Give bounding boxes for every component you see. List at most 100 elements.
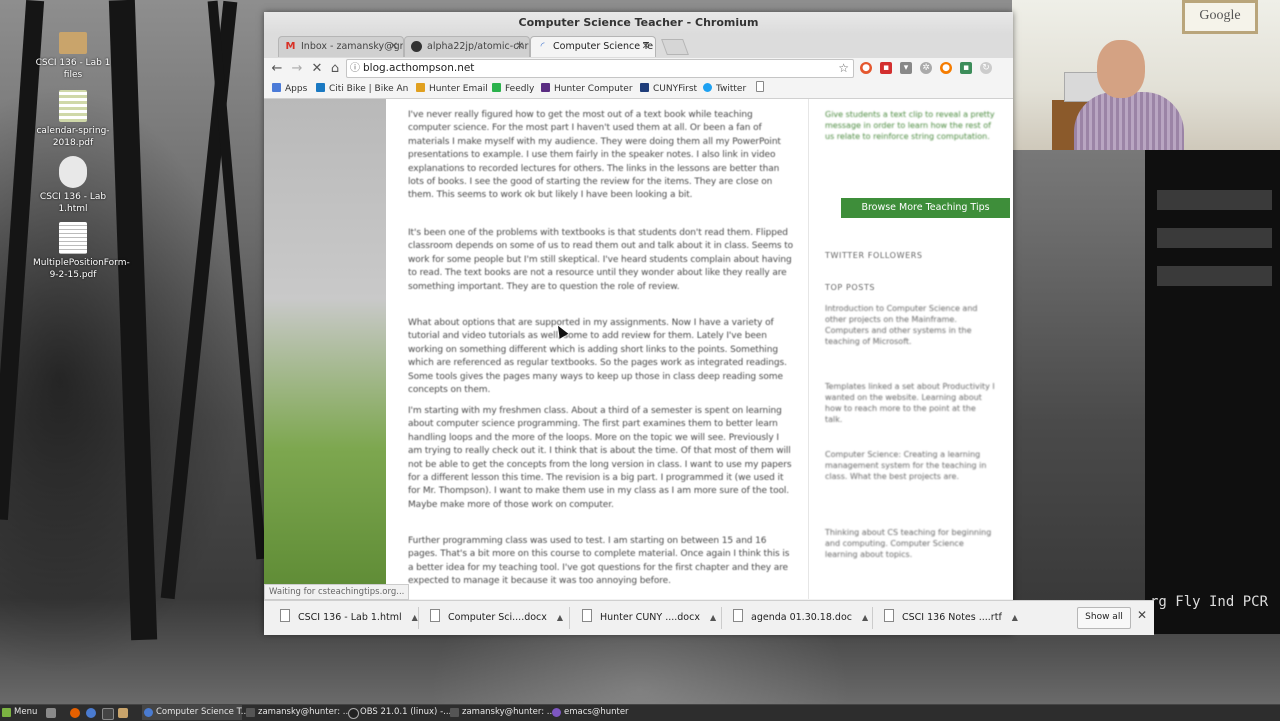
- menu-icon: [2, 708, 11, 717]
- close-icon[interactable]: ✕: [1137, 608, 1147, 622]
- citi-bike-icon: [316, 83, 325, 92]
- forward-icon[interactable]: →: [288, 60, 306, 78]
- taskbar-item-obs[interactable]: OBS 21.0.1 (linux) -...: [346, 705, 451, 720]
- close-icon[interactable]: ✕: [642, 37, 650, 57]
- top-post-item[interactable]: Thinking about CS teaching for beginning…: [825, 527, 995, 560]
- bookmark-hunter-email[interactable]: Hunter Email: [416, 80, 488, 98]
- browse-teaching-tips-button[interactable]: Browse More Teaching Tips: [841, 198, 1010, 218]
- terminal-icon[interactable]: [102, 708, 114, 720]
- file-icon: [430, 609, 440, 622]
- downloads-bar: CSCI 136 - Lab 1.html ▲ Computer Sci....d…: [264, 600, 1154, 635]
- download-item[interactable]: Computer Sci....docx ▲: [430, 609, 563, 627]
- bookmark-label: Feedly: [505, 84, 535, 94]
- tab-strip: M Inbox - zamansky@gr ✕ alpha22jp/atomic…: [264, 34, 1013, 58]
- desktop-icon-calendar-pdf[interactable]: calendar-spring-2018.pdf: [33, 90, 113, 149]
- extension-icon[interactable]: ●: [860, 62, 872, 74]
- pdf-icon: [59, 222, 87, 254]
- top-post-item[interactable]: Computer Science: Creating a learning ma…: [825, 449, 995, 482]
- hunter-icon: [541, 83, 550, 92]
- taskbar-item-terminal-2[interactable]: zamansky@hunter: ...: [448, 705, 555, 720]
- extension-icon[interactable]: ▪: [880, 62, 892, 74]
- stop-icon[interactable]: ✕: [308, 60, 326, 78]
- tab-computer-science-teacher[interactable]: ◜ Computer Science Te ✕: [530, 36, 656, 57]
- info-icon: ⓘ: [350, 63, 360, 74]
- taskbar-item-emacs[interactable]: emacs@hunter: [550, 705, 650, 720]
- chevron-up-icon[interactable]: ▲: [557, 613, 563, 622]
- download-item[interactable]: CSCI 136 Notes ....rtf ▲: [884, 609, 1018, 627]
- bookmark-label: Twitter: [716, 84, 747, 94]
- chromium-icon[interactable]: [86, 708, 96, 718]
- desktop-icon-label: calendar-spring-2018.pdf: [36, 126, 110, 148]
- tab-label: alpha22jp/atomic-chr: [427, 41, 529, 52]
- extension-icon[interactable]: ▪: [960, 62, 972, 74]
- taskbar-item-terminal[interactable]: zamansky@hunter: ...: [244, 705, 351, 720]
- start-menu-button[interactable]: Menu: [0, 705, 42, 720]
- file-icon: [582, 609, 592, 622]
- html-file-icon: [59, 156, 87, 188]
- terminal-icon: [246, 708, 255, 717]
- taskbar-item-label: OBS 21.0.1 (linux) -...: [360, 707, 452, 717]
- desktop-icon-lab-files[interactable]: CSCI 136 - Lab 1 files: [33, 26, 113, 81]
- status-bar: Waiting for csteachingtips.org...: [264, 584, 410, 600]
- desktop-icon-label: CSCI 136 - Lab 1.html: [39, 192, 107, 214]
- apps-icon: [272, 83, 281, 92]
- top-post-item[interactable]: Introduction to Computer Science and oth…: [825, 303, 995, 347]
- desktop-icon-lab-html[interactable]: CSCI 136 - Lab 1.html: [33, 156, 113, 215]
- divider: [872, 607, 873, 629]
- download-item[interactable]: agenda 01.30.18.doc ▲: [733, 609, 868, 627]
- download-item[interactable]: CSCI 136 - Lab 1.html ▲: [280, 609, 418, 627]
- extension-icon[interactable]: ↻: [980, 62, 992, 74]
- desktop-launcher-icon[interactable]: [46, 708, 56, 718]
- obs-icon: [348, 708, 359, 719]
- bookmark-label: Hunter Computer: [554, 84, 633, 94]
- close-icon[interactable]: ✕: [516, 37, 524, 57]
- tree-trunk: [207, 0, 267, 560]
- extension-icon[interactable]: ✲: [920, 62, 932, 74]
- new-tab-button[interactable]: [661, 39, 689, 55]
- desktop-icon-position-pdf[interactable]: MultiplePositionForm-9-2-15.pdf: [33, 222, 130, 281]
- chevron-up-icon[interactable]: ▲: [1012, 613, 1018, 622]
- bookmarks-bar: Apps Citi Bike | Bike An Hunter Email Fe…: [264, 80, 1013, 99]
- back-icon[interactable]: ←: [268, 60, 286, 78]
- post-paragraph: What about options that are supported in…: [408, 318, 787, 396]
- chevron-up-icon[interactable]: ▲: [412, 613, 418, 622]
- files-icon[interactable]: [118, 708, 128, 718]
- chevron-up-icon[interactable]: ▲: [710, 613, 716, 622]
- taskbar: Menu Computer Science T... zamansky@hunt…: [0, 704, 1280, 721]
- download-item[interactable]: Hunter CUNY ....docx ▲: [582, 609, 716, 627]
- person-head: [1097, 40, 1145, 98]
- top-post-item[interactable]: Templates linked a set about Productivit…: [825, 381, 995, 425]
- divider: [569, 607, 570, 629]
- taskbar-item-chromium[interactable]: Computer Science T...: [142, 705, 249, 720]
- gmail-icon: M: [285, 41, 296, 52]
- address-bar[interactable]: ⓘ blog.acthompson.net ☆: [346, 59, 854, 78]
- download-label: CSCI 136 Notes ....rtf: [902, 612, 1002, 623]
- terminal-window: [1145, 150, 1280, 634]
- tab-github[interactable]: alpha22jp/atomic-chr ✕: [404, 36, 530, 57]
- download-label: Hunter CUNY ....docx: [600, 612, 700, 623]
- taskbar-item-label: zamansky@hunter: ...: [258, 707, 351, 717]
- bookmark-page[interactable]: [756, 80, 768, 98]
- extension-icon[interactable]: ▾: [900, 62, 912, 74]
- home-icon[interactable]: ⌂: [326, 60, 344, 78]
- firefox-icon[interactable]: [70, 708, 80, 718]
- bookmark-label: Citi Bike | Bike An: [329, 84, 409, 94]
- chromium-icon: [144, 708, 153, 717]
- bookmark-feedly[interactable]: Feedly: [492, 80, 534, 98]
- blog-post-body: I've never really figured how to get the…: [386, 99, 808, 599]
- bookmark-hunter-computer[interactable]: Hunter Computer: [541, 80, 633, 98]
- bookmark-twitter[interactable]: Twitter: [703, 80, 746, 98]
- tab-gmail[interactable]: M Inbox - zamansky@gr ✕: [278, 36, 404, 57]
- show-all-button[interactable]: Show all: [1077, 607, 1131, 629]
- bookmark-apps[interactable]: Apps: [272, 80, 307, 98]
- page-background: [264, 99, 386, 599]
- bookmark-cunyfirst[interactable]: CUNYFirst: [640, 80, 697, 98]
- file-icon: [733, 609, 743, 622]
- chevron-up-icon[interactable]: ▲: [862, 613, 868, 622]
- tab-label: Computer Science Te: [553, 41, 654, 52]
- close-icon[interactable]: ✕: [390, 37, 398, 57]
- extension-icon[interactable]: ●: [940, 62, 952, 74]
- bookmark-citi-bike[interactable]: Citi Bike | Bike An: [316, 80, 408, 98]
- star-icon[interactable]: ☆: [838, 60, 849, 77]
- divider: [721, 607, 722, 629]
